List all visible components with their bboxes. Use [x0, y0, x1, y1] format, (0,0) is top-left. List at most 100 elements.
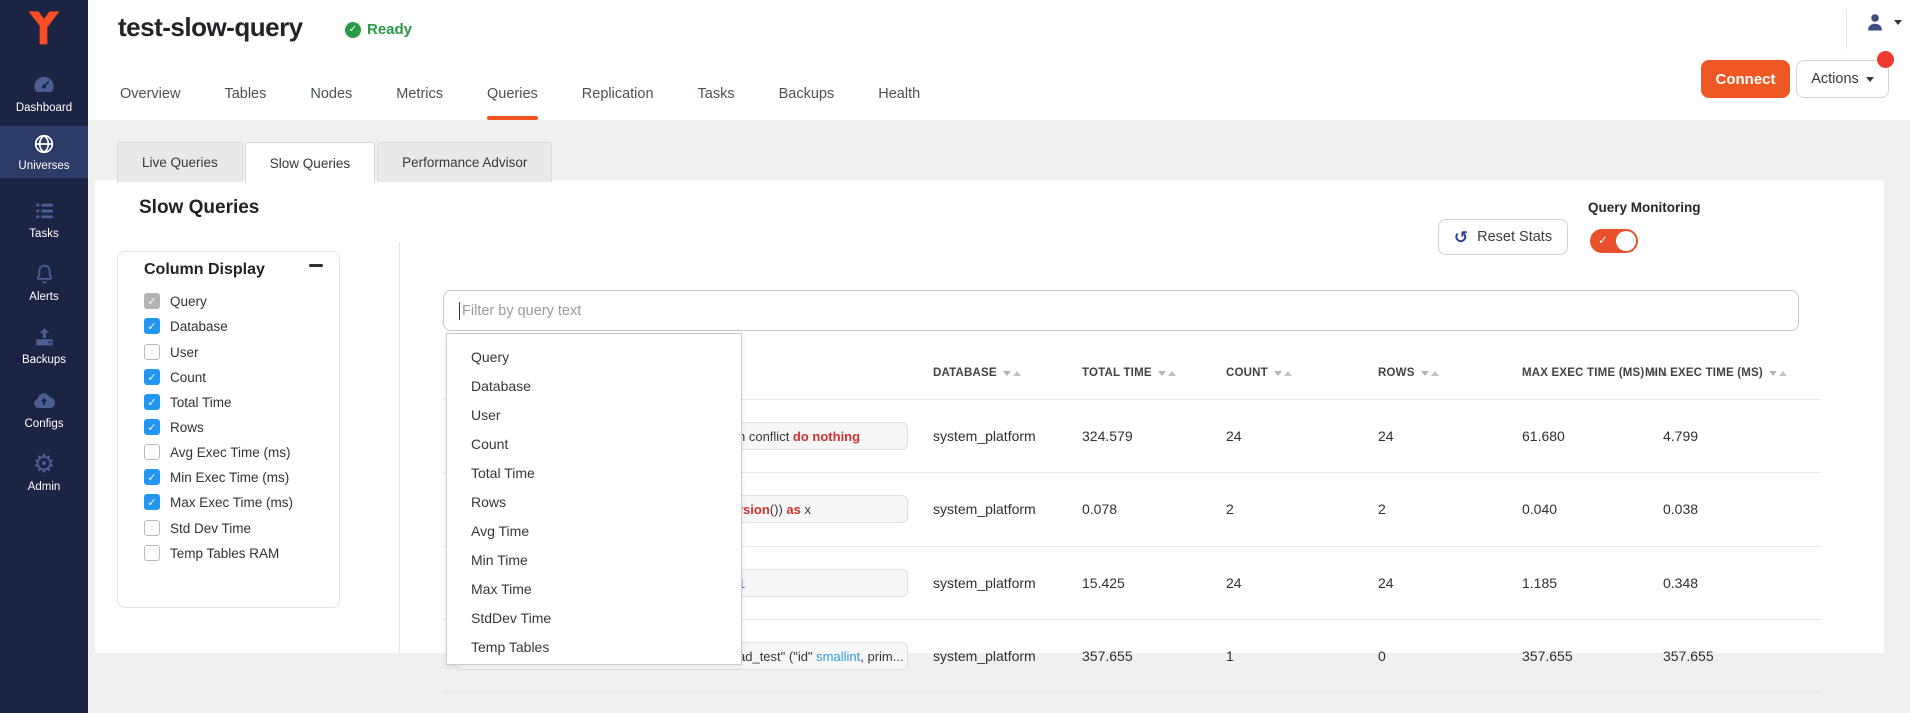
sidebar-item-universes[interactable]: Universes	[0, 126, 88, 178]
sidebar-item-tasks[interactable]: Tasks	[0, 190, 88, 248]
sidebar-item-label: Dashboard	[16, 102, 72, 114]
caret-down-icon	[1866, 77, 1874, 82]
sort-icons	[1421, 371, 1439, 376]
cell-max-exec: 0.040	[1522, 472, 1557, 545]
filter-placeholder: Filter by query text	[462, 303, 581, 319]
cell-min-exec: 0.038	[1663, 472, 1698, 545]
dropdown-option-stddev-time[interactable]: StdDev Time	[447, 603, 741, 632]
sort-icons	[1003, 371, 1021, 376]
query-monitoring-toggle[interactable]: ✓	[1590, 229, 1638, 253]
cell-min-exec: 0.348	[1663, 546, 1698, 619]
column-display-title: Column Display	[144, 261, 265, 279]
app-screen: Dashboard Universes Tasks Alerts	[0, 0, 1910, 713]
dropdown-option-min-time[interactable]: Min Time	[447, 545, 741, 574]
dropdown-option-rows[interactable]: Rows	[447, 487, 741, 516]
query-subtabs: Live Queries Slow Queries Performance Ad…	[117, 142, 554, 184]
sort-icons	[1158, 371, 1176, 376]
connect-button[interactable]: Connect	[1701, 60, 1790, 98]
dropdown-option-temp-tables[interactable]: Temp Tables	[447, 632, 741, 661]
gear-icon: ⚙	[33, 452, 55, 477]
tab-metrics[interactable]: Metrics	[396, 76, 443, 120]
reset-stats-button[interactable]: ↺ Reset Stats	[1438, 219, 1568, 255]
sidebar-item-alerts[interactable]: Alerts	[0, 253, 88, 311]
query-monitoring-label: Query Monitoring	[1588, 200, 1701, 215]
column-option-query[interactable]: ✓ Query	[144, 291, 207, 311]
subtab-slow-queries[interactable]: Slow Queries	[245, 142, 375, 184]
cell-database: system_platform	[933, 399, 1036, 472]
text-cursor	[459, 302, 460, 320]
toggle-knob	[1616, 231, 1636, 251]
check-icon: ✓	[1598, 233, 1608, 247]
cell-max-exec: 61.680	[1522, 399, 1565, 472]
sidebar-item-backups[interactable]: Backups	[0, 316, 88, 374]
sidebar-item-label: Universes	[18, 160, 69, 172]
cell-count: 2	[1226, 472, 1234, 545]
dropdown-option-database[interactable]: Database	[447, 371, 741, 400]
cell-total-time: 324.579	[1082, 399, 1133, 472]
dropdown-option-query[interactable]: Query	[447, 342, 741, 371]
dropdown-option-user[interactable]: User	[447, 400, 741, 429]
dropdown-option-total-time[interactable]: Total Time	[447, 458, 741, 487]
panel-heading: Slow Queries	[139, 197, 259, 219]
sidebar-item-dashboard[interactable]: Dashboard	[0, 64, 88, 122]
column-option-database[interactable]: ✓ Database	[144, 316, 228, 336]
cell-rows: 24	[1378, 546, 1394, 619]
tab-backups[interactable]: Backups	[779, 76, 835, 120]
subtab-live-queries[interactable]: Live Queries	[117, 142, 243, 182]
tab-health[interactable]: Health	[878, 76, 920, 120]
sidebar-item-admin[interactable]: ⚙ Admin	[0, 443, 88, 501]
column-option-count[interactable]: ✓ Count	[144, 367, 206, 387]
universe-title: test-slow-query	[118, 12, 303, 43]
sort-icons	[1274, 371, 1292, 376]
status-badge: ✓ Ready	[345, 21, 412, 38]
query-filter-input[interactable]: Filter by query text	[443, 290, 1799, 331]
cell-count: 1	[1226, 619, 1234, 692]
actions-button[interactable]: Actions	[1796, 60, 1889, 98]
cell-database: system_platform	[933, 472, 1036, 545]
tab-replication[interactable]: Replication	[582, 76, 654, 120]
header-total-time[interactable]: TOTAL TIME	[1082, 347, 1176, 399]
sidebar-item-configs[interactable]: Configs	[0, 380, 88, 438]
dropdown-option-max-time[interactable]: Max Time	[447, 574, 741, 603]
table-row[interactable]: 1 system_platform 15.425 24 24 1.185 0.3…	[95, 546, 1884, 619]
user-avatar-icon	[1864, 11, 1886, 33]
tab-overview[interactable]: Overview	[120, 76, 180, 120]
sidebar-item-label: Admin	[28, 481, 61, 493]
cell-rows: 0	[1378, 619, 1386, 692]
header-divider	[1846, 9, 1847, 49]
header-rows[interactable]: ROWS	[1378, 347, 1439, 399]
sidebar-item-label: Configs	[25, 418, 64, 430]
user-menu[interactable]	[1864, 11, 1902, 33]
dropdown-option-avg-time[interactable]: Avg Time	[447, 516, 741, 545]
sort-icons	[1769, 371, 1787, 376]
cell-total-time: 357.655	[1082, 619, 1133, 692]
header-database[interactable]: DATABASE	[933, 347, 1021, 399]
subtab-performance-advisor[interactable]: Performance Advisor	[377, 142, 552, 182]
dropdown-option-count[interactable]: Count	[447, 429, 741, 458]
sidebar: Dashboard Universes Tasks Alerts	[0, 0, 88, 713]
header-min-exec-time[interactable]: MIN EXEC TIME (MS)	[1645, 347, 1787, 399]
collapse-minus-icon[interactable]	[309, 264, 323, 267]
tab-nodes[interactable]: Nodes	[310, 76, 352, 120]
sidebar-item-label: Tasks	[29, 228, 58, 240]
upload-tray-icon	[32, 325, 57, 350]
table-row[interactable]: ad_test" ("id" smallint, prim... system_…	[95, 619, 1884, 692]
tab-tasks[interactable]: Tasks	[698, 76, 735, 120]
yugabyte-logo[interactable]	[22, 6, 66, 52]
table-row[interactable]: rsion()) as x system_platform 0.078 2 2 …	[95, 472, 1884, 545]
cell-database: system_platform	[933, 546, 1036, 619]
actions-label: Actions	[1811, 71, 1859, 87]
cell-count: 24	[1226, 399, 1242, 472]
list-icon	[32, 199, 57, 224]
header-count[interactable]: COUNT	[1226, 347, 1292, 399]
sidebar-item-label: Backups	[22, 354, 66, 366]
bell-icon	[32, 262, 57, 287]
caret-down-icon	[1894, 20, 1902, 25]
table-row[interactable]: n conflict do nothing system_platform 32…	[95, 399, 1884, 472]
cell-total-time: 15.425	[1082, 546, 1125, 619]
universe-nav-tabs: Overview Tables Nodes Metrics Queries Re…	[120, 76, 920, 120]
column-option-user[interactable]: User	[144, 342, 199, 362]
tab-queries[interactable]: Queries	[487, 76, 538, 120]
cell-total-time: 0.078	[1082, 472, 1117, 545]
tab-tables[interactable]: Tables	[224, 76, 266, 120]
